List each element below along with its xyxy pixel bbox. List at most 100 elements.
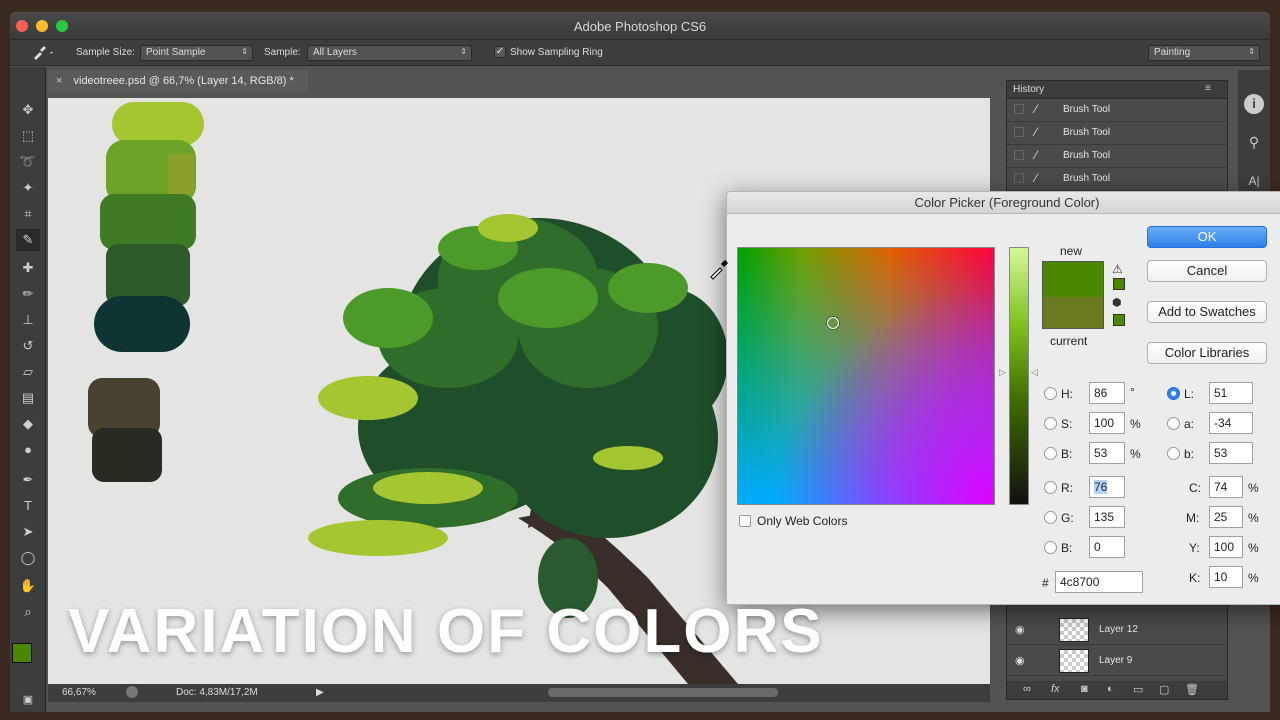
panel-icon-strip: i ⚲ A|: [1238, 70, 1270, 210]
layer-style-icon[interactable]: fx: [1051, 683, 1060, 695]
shape-tool-icon[interactable]: ◯: [16, 547, 40, 569]
blue-radio[interactable]: [1044, 541, 1057, 554]
history-snapshot-checkbox[interactable]: [1014, 173, 1024, 183]
new-layer-icon[interactable]: ▢: [1159, 683, 1169, 696]
lasso-tool-icon[interactable]: ➰: [16, 151, 40, 173]
hue-slider[interactable]: [1009, 247, 1029, 505]
brush-tool-icon[interactable]: ✏: [16, 283, 40, 305]
only-web-colors-checkbox[interactable]: [739, 515, 751, 527]
type-tool-icon[interactable]: T: [16, 495, 40, 517]
move-tool-icon[interactable]: ✥: [16, 99, 40, 121]
history-snapshot-checkbox[interactable]: [1014, 150, 1024, 160]
brightness-input[interactable]: 53: [1089, 442, 1125, 464]
zoom-level[interactable]: 66,67%: [62, 687, 96, 698]
status-menu-arrow-icon[interactable]: ▶: [316, 687, 324, 698]
foreground-color-swatch[interactable]: [12, 643, 32, 663]
brush-presets-icon[interactable]: ⚲: [1244, 134, 1264, 154]
current-color-swatch[interactable]: [1042, 297, 1104, 329]
color-field[interactable]: [737, 247, 995, 505]
color-field-magenta-layer: [738, 248, 994, 504]
black-input[interactable]: 10: [1209, 566, 1243, 588]
quick-selection-tool-icon[interactable]: ✦: [16, 177, 40, 199]
brush-icon: ⁄: [1035, 171, 1038, 185]
brightness-radio[interactable]: [1044, 447, 1057, 460]
layer-name: Layer 12: [1099, 624, 1138, 635]
eyedropper-tool-icon[interactable]: ✎: [16, 229, 40, 251]
tab-close-icon[interactable]: ×: [56, 75, 62, 87]
delete-layer-icon[interactable]: 🗑: [1185, 683, 1199, 696]
lightness-input[interactable]: 51: [1209, 382, 1253, 404]
slider-right-arrow-icon[interactable]: ◁: [1031, 367, 1038, 378]
pen-tool-icon[interactable]: ✒: [16, 469, 40, 491]
eye-icon[interactable]: ◉: [1015, 623, 1025, 636]
layer-mask-icon[interactable]: ◙: [1081, 683, 1088, 695]
history-item[interactable]: ⁄ Brush Tool: [1007, 99, 1227, 122]
title-bar: Adobe Photoshop CS6: [10, 12, 1270, 40]
eye-icon[interactable]: ◉: [1015, 654, 1025, 667]
history-item[interactable]: ⁄ Brush Tool: [1007, 145, 1227, 168]
cyan-input[interactable]: 74: [1209, 476, 1243, 498]
lab-b-radio[interactable]: [1167, 447, 1180, 460]
sample-select[interactable]: All Layers ⇕: [307, 45, 472, 61]
show-sampling-ring-label: Show Sampling Ring: [510, 47, 603, 58]
web-safe-color-swatch[interactable]: [1113, 314, 1125, 326]
hex-input[interactable]: 4c8700: [1055, 571, 1143, 593]
link-layers-icon[interactable]: ∞: [1023, 683, 1031, 695]
status-info-icon[interactable]: [126, 686, 138, 698]
lab-b-input[interactable]: 53: [1209, 442, 1253, 464]
red-input[interactable]: 76: [1089, 476, 1125, 498]
sample-size-select[interactable]: Point Sample ⇕: [140, 45, 253, 61]
document-tab[interactable]: × videotreee.psd @ 66,7% (Layer 14, RGB/…: [48, 70, 308, 92]
cancel-button[interactable]: Cancel: [1147, 260, 1267, 282]
info-icon[interactable]: i: [1244, 94, 1264, 114]
marquee-tool-icon[interactable]: ⬚: [16, 125, 40, 147]
crop-tool-icon[interactable]: ⌗: [16, 203, 40, 225]
layer-row[interactable]: ◉ Layer 12: [1007, 615, 1227, 645]
hue-input[interactable]: 86: [1089, 382, 1125, 404]
horizontal-scrollbar[interactable]: [548, 688, 778, 697]
history-snapshot-checkbox[interactable]: [1014, 104, 1024, 114]
healing-brush-tool-icon[interactable]: ✚: [16, 257, 40, 279]
path-selection-tool-icon[interactable]: ➤: [16, 521, 40, 543]
yellow-input[interactable]: 100: [1209, 536, 1243, 558]
dodge-tool-icon[interactable]: ●: [16, 439, 40, 461]
saturation-radio[interactable]: [1044, 417, 1057, 430]
lightness-radio[interactable]: [1167, 387, 1180, 400]
hue-radio[interactable]: [1044, 387, 1057, 400]
adjustment-layer-icon[interactable]: ◐: [1107, 683, 1114, 695]
new-group-icon[interactable]: ▭: [1133, 683, 1143, 696]
layer-row[interactable]: ◉ Layer 9: [1007, 646, 1227, 676]
hand-tool-icon[interactable]: ✋: [16, 575, 40, 597]
workspace-select[interactable]: Painting ⇕: [1148, 45, 1260, 61]
blue-input[interactable]: 0: [1089, 536, 1125, 558]
eyedropper-preset-icon[interactable]: [28, 44, 56, 62]
panel-menu-icon[interactable]: ≡: [1205, 83, 1211, 94]
green-input[interactable]: 135: [1089, 506, 1125, 528]
green-radio[interactable]: [1044, 511, 1057, 524]
slider-left-arrow-icon[interactable]: ▷: [999, 367, 1006, 378]
eraser-tool-icon[interactable]: ▱: [16, 361, 40, 383]
history-snapshot-checkbox[interactable]: [1014, 127, 1024, 137]
lab-a-input[interactable]: -34: [1209, 412, 1253, 434]
history-panel-title[interactable]: History: [1013, 84, 1044, 95]
saturation-input[interactable]: 100: [1089, 412, 1125, 434]
history-item[interactable]: ⁄ Brush Tool: [1007, 168, 1227, 191]
history-brush-tool-icon[interactable]: ↺: [16, 335, 40, 357]
web-safe-cube-icon[interactable]: ⬢: [1112, 296, 1122, 309]
gamut-color-swatch[interactable]: [1113, 278, 1125, 290]
ok-button[interactable]: OK: [1147, 226, 1267, 248]
gradient-tool-icon[interactable]: ▤: [16, 387, 40, 409]
magenta-input[interactable]: 25: [1209, 506, 1243, 528]
red-radio[interactable]: [1044, 481, 1057, 494]
zoom-tool-icon[interactable]: ⌕: [16, 601, 40, 623]
add-to-swatches-button[interactable]: Add to Swatches: [1147, 301, 1267, 323]
clone-stamp-tool-icon[interactable]: ⊥: [16, 309, 40, 331]
lab-a-radio[interactable]: [1167, 417, 1180, 430]
color-field-marker[interactable]: [827, 317, 839, 329]
out-of-gamut-warning-icon[interactable]: ⚠: [1112, 262, 1123, 276]
history-item[interactable]: ⁄ Brush Tool: [1007, 122, 1227, 145]
color-libraries-button[interactable]: Color Libraries: [1147, 342, 1267, 364]
blur-tool-icon[interactable]: ◆: [16, 413, 40, 435]
screen-mode-icon[interactable]: ▣: [16, 689, 40, 711]
show-sampling-ring-checkbox[interactable]: ✓: [494, 46, 506, 58]
